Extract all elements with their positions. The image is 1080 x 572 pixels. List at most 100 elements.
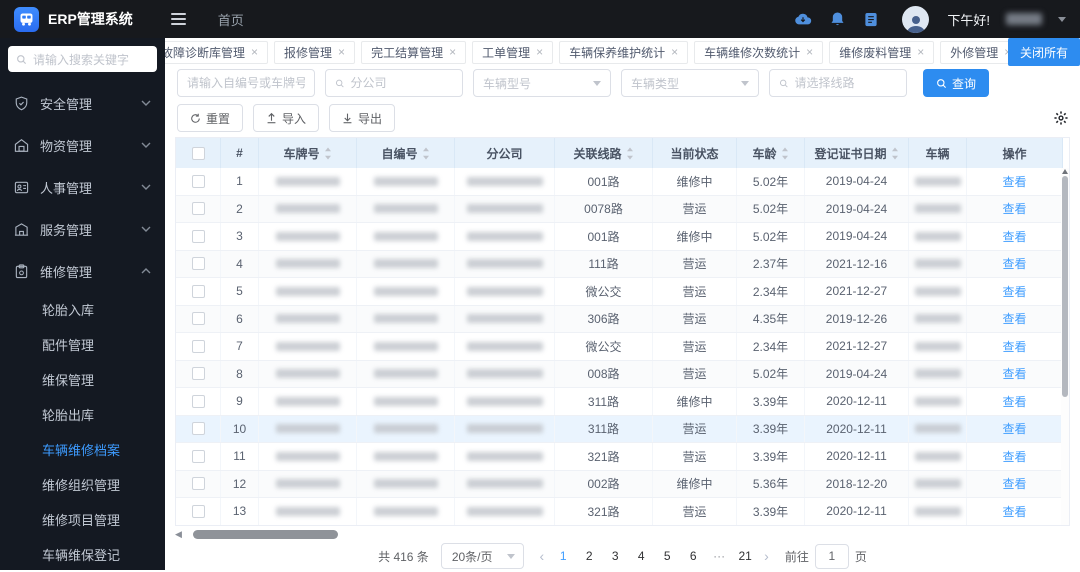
sort-icon[interactable] — [324, 147, 332, 160]
row-checkbox[interactable] — [191, 284, 205, 298]
view-link[interactable]: 查看 — [1002, 503, 1026, 520]
scroll-left-arrow-icon[interactable]: ◀ — [175, 529, 182, 539]
page-button-1[interactable]: 1 — [552, 544, 574, 568]
view-link[interactable]: 查看 — [1002, 475, 1026, 492]
cell-action[interactable]: 查看 — [967, 333, 1063, 360]
cell-action[interactable]: 查看 — [967, 195, 1063, 222]
page-button-5[interactable]: 5 — [656, 544, 678, 568]
vehicle-type-select[interactable]: 车辆类型 — [621, 69, 759, 97]
view-link[interactable]: 查看 — [1002, 255, 1026, 272]
page-size-select[interactable]: 20条/页 — [440, 543, 524, 569]
sort-icon[interactable] — [422, 147, 430, 160]
cell-select[interactable] — [176, 305, 221, 332]
cell-select[interactable] — [176, 250, 221, 277]
view-link[interactable]: 查看 — [1002, 310, 1026, 327]
cell-action[interactable]: 查看 — [967, 415, 1063, 442]
select-all-checkbox[interactable] — [191, 146, 205, 160]
cell-action[interactable]: 查看 — [967, 388, 1063, 415]
cell-action[interactable]: 查看 — [967, 305, 1063, 332]
sidebar-item-service[interactable]: 服务管理 — [0, 208, 165, 250]
line-input[interactable] — [794, 76, 897, 90]
bell-icon[interactable] — [828, 10, 846, 28]
menu-collapse-icon[interactable] — [170, 13, 186, 25]
row-checkbox[interactable] — [191, 229, 205, 243]
export-button[interactable]: 导出 — [329, 104, 396, 132]
row-checkbox[interactable] — [191, 394, 205, 408]
close-tab-icon[interactable]: × — [338, 46, 345, 58]
cell-action[interactable]: 查看 — [967, 360, 1063, 387]
sort-icon[interactable] — [781, 147, 789, 160]
view-link[interactable]: 查看 — [1002, 200, 1026, 217]
row-checkbox[interactable] — [191, 477, 205, 491]
sidebar-item-materials[interactable]: 物资管理 — [0, 124, 165, 166]
horizontal-scroll-track[interactable] — [185, 529, 1070, 539]
import-button[interactable]: 导入 — [253, 104, 320, 132]
row-checkbox[interactable] — [191, 257, 205, 271]
gear-icon[interactable] — [1054, 111, 1068, 125]
tab-item-6[interactable]: 车辆维修次数统计 × — [694, 40, 824, 64]
cell-select[interactable] — [176, 415, 221, 442]
page-button-4[interactable]: 4 — [630, 544, 652, 568]
column-header-reg_date[interactable]: 登记证书日期 — [805, 138, 909, 168]
sidebar-item-security[interactable]: 安全管理 — [0, 82, 165, 124]
cell-action[interactable]: 查看 — [967, 443, 1063, 470]
page-button-6[interactable]: 6 — [682, 544, 704, 568]
page-button-21[interactable]: 21 — [734, 544, 756, 568]
column-header-age[interactable]: 车龄 — [737, 138, 805, 168]
cell-select[interactable] — [176, 333, 221, 360]
tab-item-2[interactable]: 报修管理 × — [274, 40, 356, 64]
document-icon[interactable] — [862, 10, 880, 28]
avatar[interactable] — [902, 5, 930, 33]
next-page-button[interactable]: › — [760, 548, 773, 564]
row-checkbox[interactable] — [191, 504, 205, 518]
row-checkbox[interactable] — [191, 422, 205, 436]
cell-action[interactable]: 查看 — [967, 250, 1063, 277]
row-checkbox[interactable] — [191, 312, 205, 326]
tab-item-5[interactable]: 车辆保养维护统计 × — [559, 40, 689, 64]
view-link[interactable]: 查看 — [1002, 338, 1026, 355]
row-checkbox[interactable] — [191, 367, 205, 381]
page-button-2[interactable]: 2 — [578, 544, 600, 568]
sidebar-subitem-vehicle-repair-archive[interactable]: 车辆维修档案 — [0, 432, 165, 467]
scroll-up-arrow-icon[interactable] — [1062, 169, 1068, 174]
page-button-3[interactable]: 3 — [604, 544, 626, 568]
tab-item-4[interactable]: 工单管理 × — [472, 40, 554, 64]
sidebar-subitem-tire-inbound[interactable]: 轮胎入库 — [0, 292, 165, 327]
cell-action[interactable]: 查看 — [967, 470, 1063, 497]
column-header-plate[interactable]: 车牌号 — [259, 138, 357, 168]
view-link[interactable]: 查看 — [1002, 448, 1026, 465]
sidebar-subitem-repair-org-management[interactable]: 维修组织管理 — [0, 467, 165, 502]
sidebar-subitem-vehicle-upkeep-register[interactable]: 车辆维保登记 — [0, 537, 165, 570]
close-all-tabs-button[interactable]: 关闭所有 — [1007, 38, 1080, 66]
sort-icon[interactable] — [891, 147, 899, 160]
sort-icon[interactable] — [626, 147, 634, 160]
cell-select[interactable] — [176, 443, 221, 470]
code-or-plate-input[interactable] — [187, 76, 305, 90]
cell-select[interactable] — [176, 470, 221, 497]
tab-item-8[interactable]: 外修管理 × — [940, 40, 1008, 64]
close-tab-icon[interactable]: × — [806, 46, 813, 58]
cloud-download-icon[interactable] — [794, 10, 812, 28]
goto-page-input[interactable] — [814, 543, 849, 569]
cell-select[interactable] — [176, 278, 221, 305]
close-tab-icon[interactable]: × — [449, 46, 456, 58]
cell-select[interactable] — [176, 195, 221, 222]
branch-input[interactable] — [350, 76, 453, 90]
row-checkbox[interactable] — [191, 202, 205, 216]
close-tab-icon[interactable]: × — [917, 46, 924, 58]
view-link[interactable]: 查看 — [1002, 173, 1026, 190]
view-link[interactable]: 查看 — [1002, 228, 1026, 245]
reset-button[interactable]: 重置 — [177, 104, 244, 132]
tab-item-3[interactable]: 完工结算管理 × — [361, 40, 467, 64]
cell-select[interactable] — [176, 498, 221, 525]
search-button[interactable]: 查询 — [923, 69, 990, 97]
cell-action[interactable]: 查看 — [967, 168, 1063, 195]
row-checkbox[interactable] — [191, 339, 205, 353]
close-tab-icon[interactable]: × — [671, 46, 678, 58]
prev-page-button[interactable]: ‹ — [536, 548, 549, 564]
view-link[interactable]: 查看 — [1002, 365, 1026, 382]
tab-item-1[interactable]: 故障诊断库管理 × — [165, 40, 269, 64]
cell-action[interactable]: 查看 — [967, 223, 1063, 250]
tab-item-7[interactable]: 维修废料管理 × — [829, 40, 935, 64]
view-link[interactable]: 查看 — [1002, 420, 1026, 437]
